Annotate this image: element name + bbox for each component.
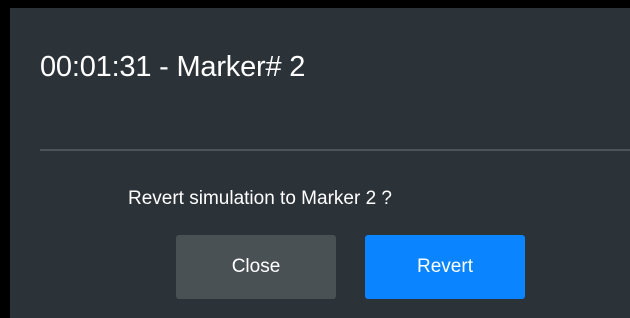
revert-button[interactable]: Revert: [365, 235, 525, 299]
confirmation-message: Revert simulation to Marker 2 ?: [128, 188, 392, 209]
title-divider: [40, 149, 630, 151]
revert-marker-dialog: 00:01:31 - Marker# 2 Revert simulation t…: [10, 8, 630, 318]
dialog-title: 00:01:31 - Marker# 2: [40, 51, 306, 83]
close-button[interactable]: Close: [176, 235, 336, 299]
